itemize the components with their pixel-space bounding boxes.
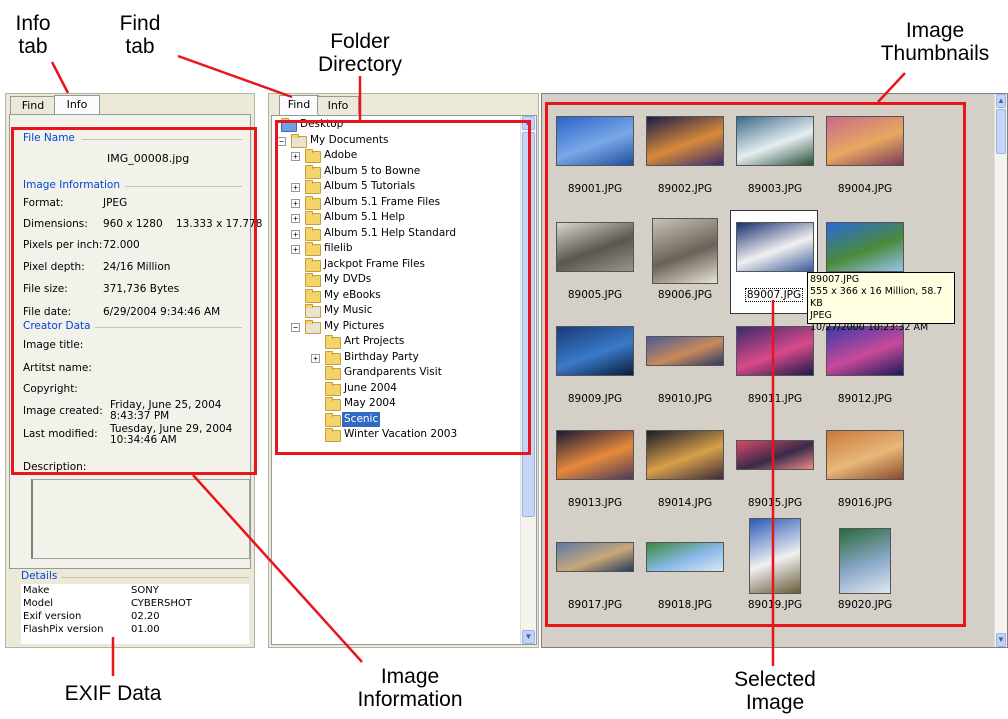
callout-line-image-information xyxy=(192,474,363,663)
callout-line-info-tab xyxy=(50,61,70,94)
callout-line-image-thumbnails xyxy=(877,72,906,103)
callout-line-find-tab xyxy=(177,54,293,99)
callout-lines xyxy=(50,54,906,676)
